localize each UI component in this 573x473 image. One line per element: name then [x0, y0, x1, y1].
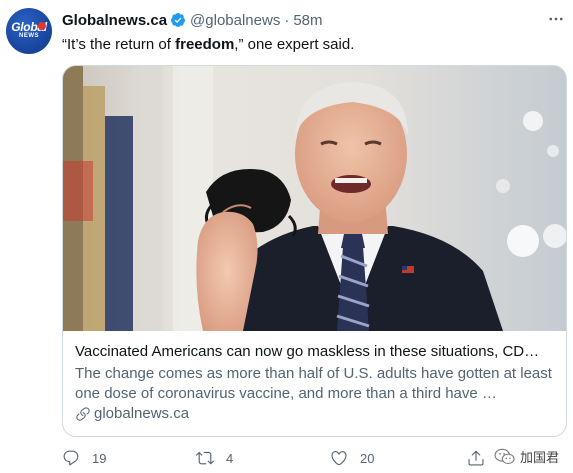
link-preview-card[interactable]: Vaccinated Americans can now go maskless… — [62, 65, 567, 437]
avatar-logo-mark — [38, 22, 46, 30]
watermark-text: 加国君 — [519, 450, 559, 465]
tweet[interactable]: Global NEWS Globalnews.ca @globalnews · … — [0, 0, 573, 473]
card-domain-text: globalnews.ca — [94, 405, 190, 422]
heart-icon — [331, 451, 347, 466]
reply-icon — [63, 450, 79, 466]
link-icon — [76, 407, 90, 421]
card-description: The change comes as more than half of U.… — [75, 365, 552, 402]
reply-count: 19 — [92, 450, 107, 466]
share-button[interactable] — [467, 449, 485, 467]
global-news-avatar[interactable]: Global NEWS — [6, 8, 52, 54]
tweet-text-bold: freedom — [175, 36, 235, 53]
card-title[interactable]: Vaccinated Americans can now go maskless… — [75, 342, 554, 362]
card-domain[interactable]: globalnews.ca — [75, 404, 554, 424]
card-image[interactable] — [63, 66, 566, 331]
retweet-count: 4 — [226, 450, 234, 466]
wechat-icon — [494, 448, 515, 464]
verified-badge-icon — [171, 13, 186, 27]
more-options-button[interactable] — [545, 10, 567, 28]
share-icon — [468, 450, 484, 466]
tweet-header: Globalnews.ca @globalnews · 58m — [62, 10, 565, 30]
card-photo — [63, 66, 566, 331]
avatar-logo-subtext: NEWS — [19, 33, 39, 39]
tweet-text-after: ,” one expert said. — [234, 36, 355, 53]
tweet-timestamp[interactable]: 58m — [293, 12, 322, 29]
card-body: Vaccinated Americans can now go maskless… — [75, 342, 554, 424]
like-count: 20 — [360, 450, 375, 466]
retweet-button[interactable]: 4 — [196, 449, 233, 467]
retweet-icon — [196, 451, 214, 465]
watermark: 加国君 — [494, 447, 559, 466]
tweet-actions: 19 4 20 — [62, 446, 565, 470]
reply-button[interactable]: 19 — [62, 449, 106, 467]
more-options-icon — [549, 17, 563, 21]
tweet-text: “It’s the return of freedom,” one expert… — [62, 35, 563, 55]
account-handle[interactable]: @globalnews — [190, 12, 280, 29]
separator-dot: · — [284, 11, 290, 29]
display-name[interactable]: Globalnews.ca — [62, 12, 167, 29]
like-button[interactable]: 20 — [330, 449, 374, 467]
tweet-text-before: “It’s the return of — [62, 36, 176, 53]
